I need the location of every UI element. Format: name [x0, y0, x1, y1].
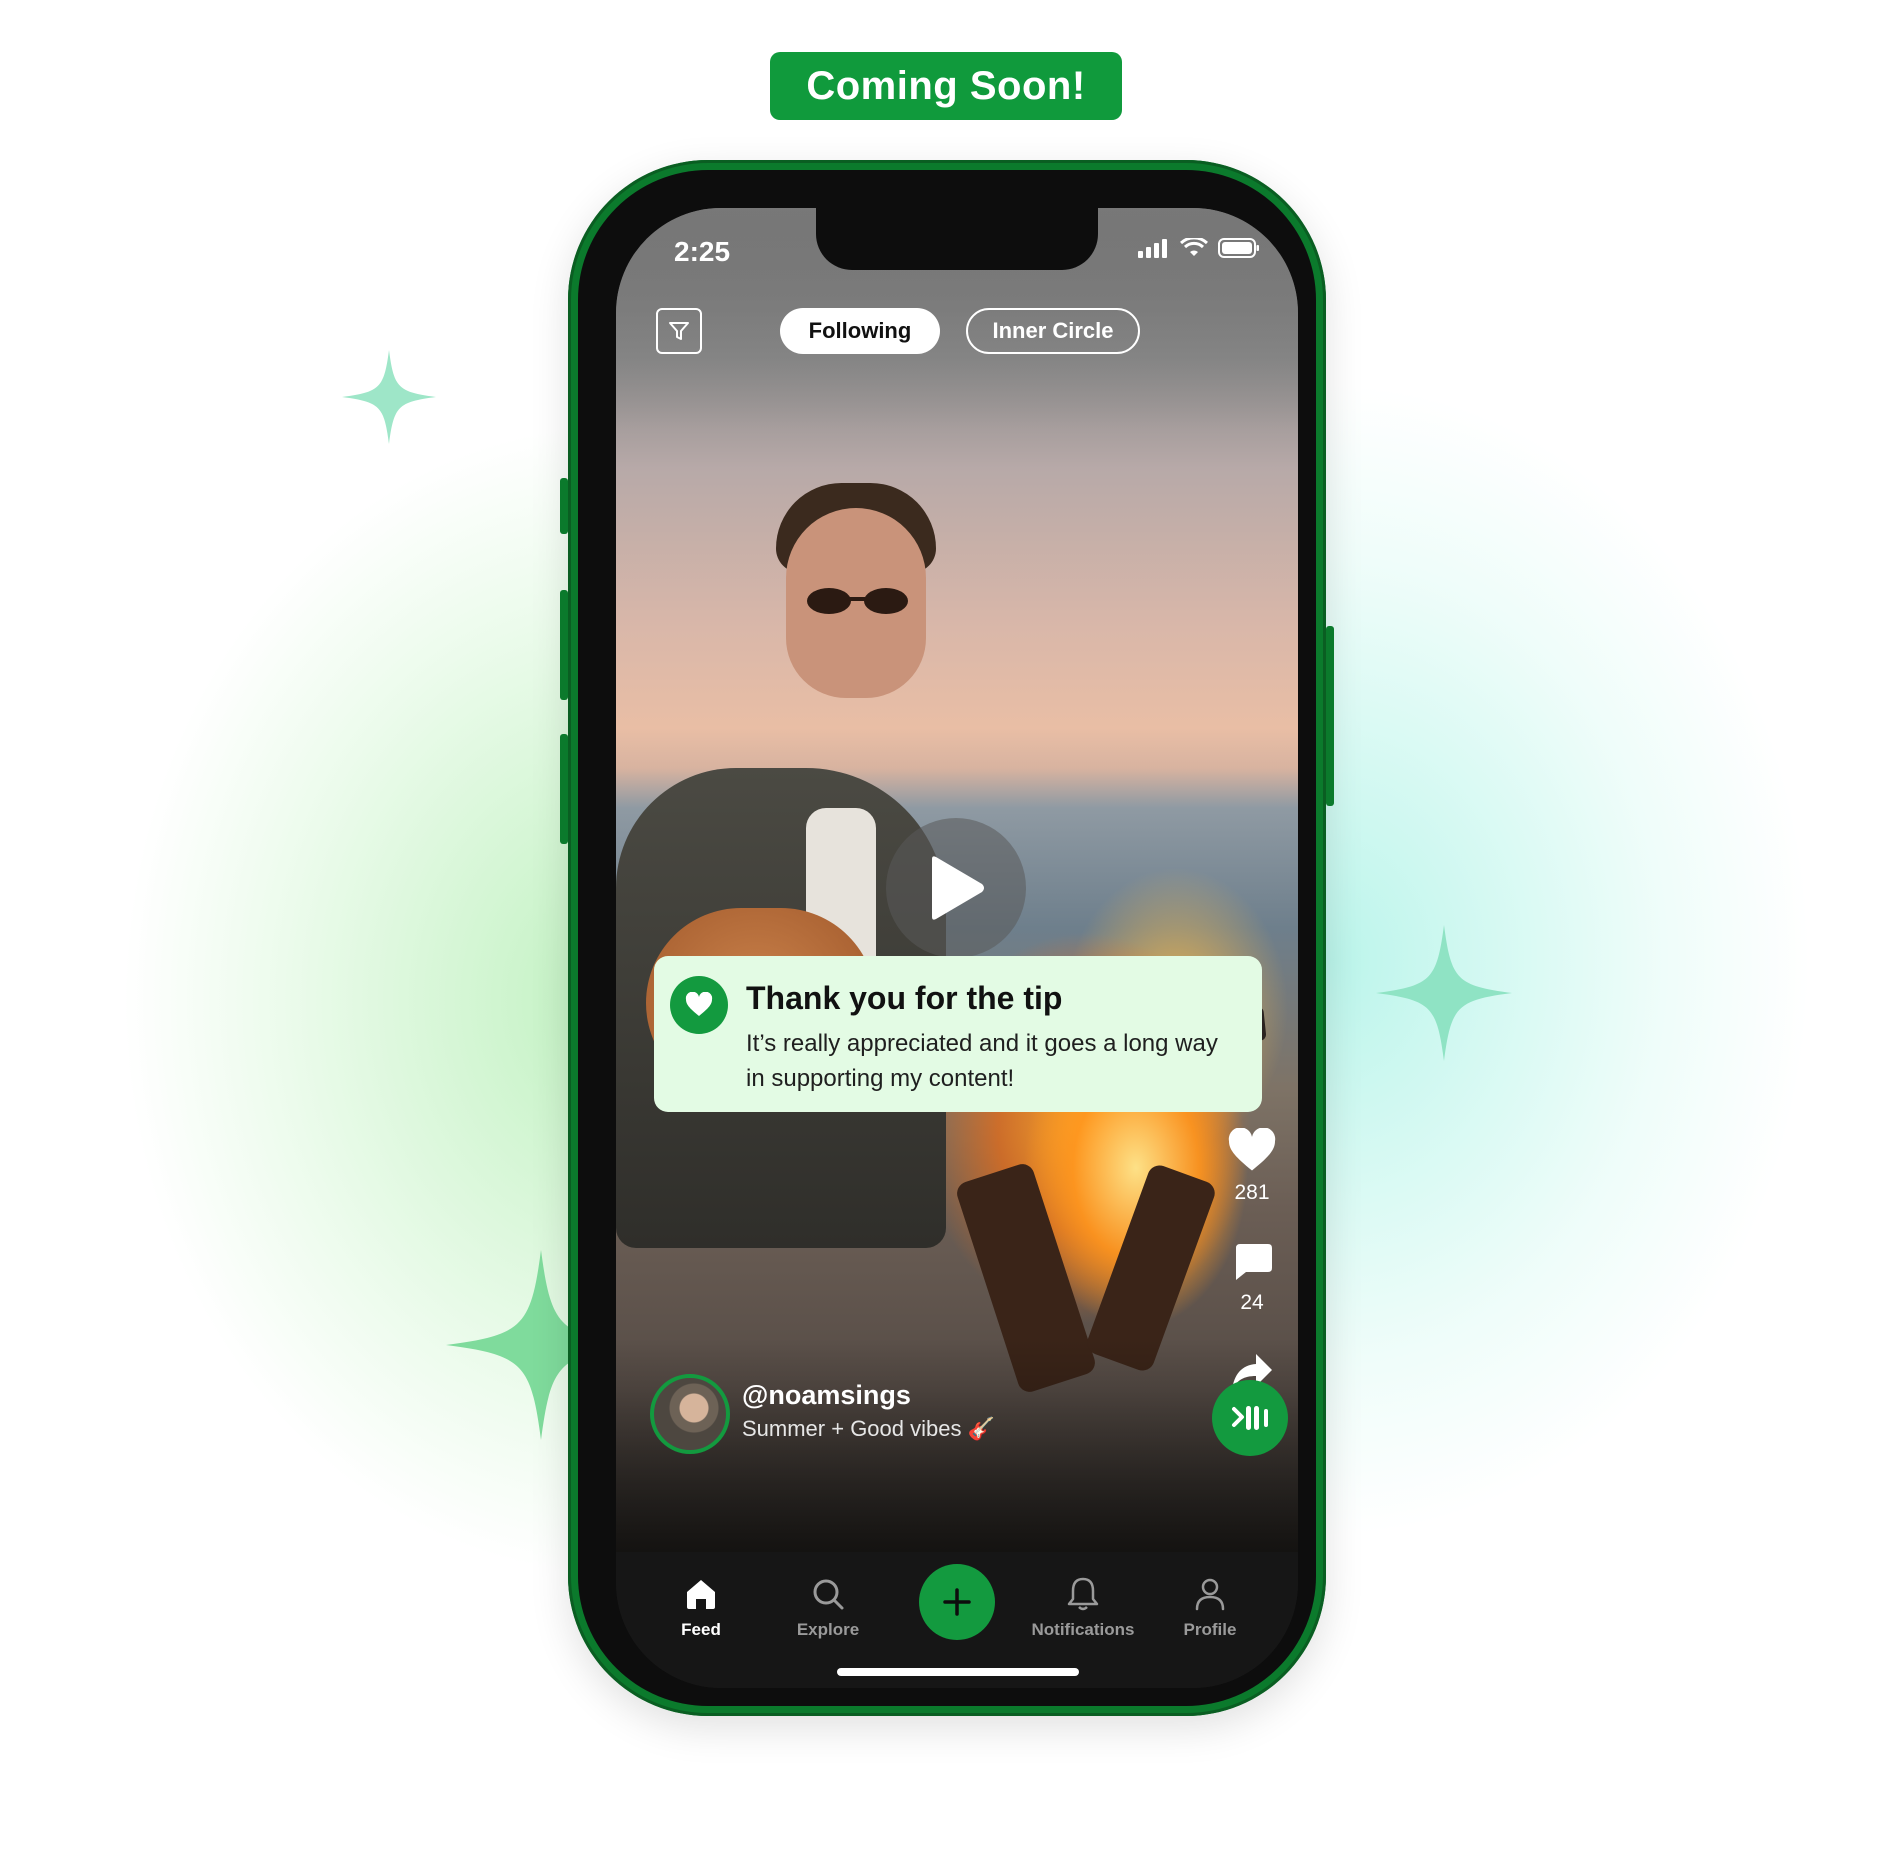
nav-profile-label: Profile [1183, 1620, 1237, 1639]
comment-icon [1236, 1244, 1272, 1280]
nav-notifications[interactable]: Notifications [1018, 1574, 1148, 1640]
username[interactable]: @noamsings [742, 1380, 911, 1411]
filter-icon [669, 322, 689, 340]
like-count: 281 [1234, 1181, 1270, 1204]
status-icons [1138, 238, 1260, 258]
phone-frame: 2:25 Following Inner Circle Thank you fo… [560, 160, 1334, 1716]
nav-feed[interactable]: Feed [636, 1574, 766, 1640]
signal-icon [1138, 239, 1167, 258]
battery-icon [1218, 238, 1259, 258]
tip-icon [1232, 1406, 1268, 1430]
tip-button[interactable] [1212, 1380, 1288, 1456]
heart-icon [685, 992, 713, 1016]
filter-button[interactable] [656, 308, 702, 354]
tip-toast: Thank you for the tip It’s really apprec… [654, 956, 1262, 1112]
avatar[interactable] [650, 1374, 730, 1454]
play-icon [932, 856, 984, 920]
create-button[interactable] [919, 1564, 995, 1640]
sparkle-icon [342, 350, 436, 444]
toast-title: Thank you for the tip [746, 980, 1063, 1016]
coming-soon-badge: Coming Soon! [770, 52, 1122, 120]
home-icon [687, 1580, 715, 1609]
comment-action[interactable]: 24 [1222, 1240, 1282, 1315]
nav-explore[interactable]: Explore [763, 1574, 893, 1640]
heart-badge [670, 976, 728, 1034]
like-action[interactable]: 281 [1222, 1127, 1282, 1205]
tab-following[interactable]: Following [780, 308, 940, 354]
play-button[interactable] [886, 818, 1026, 958]
sparkle-icon [1376, 925, 1512, 1061]
nav-explore-label: Explore [796, 1620, 860, 1639]
comment-count: 24 [1240, 1291, 1264, 1314]
person-icon [1195, 1578, 1225, 1611]
nav-profile[interactable]: Profile [1145, 1574, 1275, 1640]
post-caption: Summer + Good vibes 🎸 [742, 1416, 995, 1441]
status-time: 2:25 [674, 236, 731, 267]
plus-icon [943, 1588, 971, 1616]
wifi-icon [1180, 238, 1208, 256]
search-icon [813, 1579, 844, 1610]
heart-icon [1228, 1127, 1276, 1171]
home-indicator[interactable] [837, 1668, 1079, 1676]
bell-icon [1067, 1577, 1099, 1611]
tab-inner-circle[interactable]: Inner Circle [966, 308, 1140, 354]
notch [816, 208, 1098, 270]
nav-feed-label: Feed [681, 1620, 721, 1639]
nav-notifications-label: Notifications [1031, 1620, 1135, 1639]
toast-message: It’s really appreciated and it goes a lo… [746, 1030, 1218, 1092]
screen: 2:25 Following Inner Circle Thank you fo… [616, 208, 1298, 1688]
